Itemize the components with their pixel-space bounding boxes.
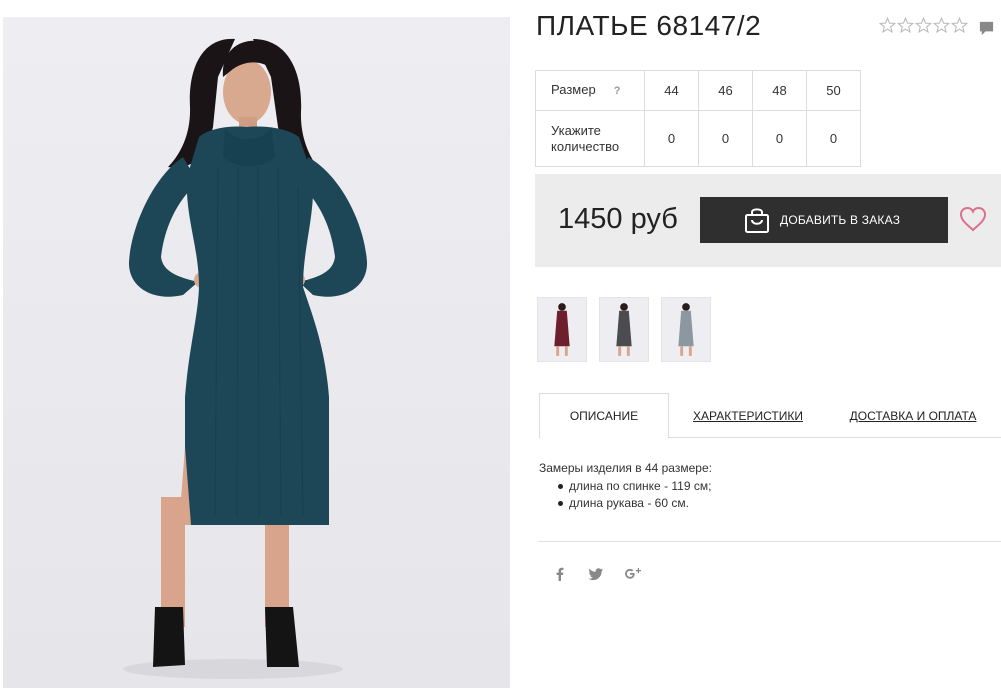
add-to-order-button[interactable]: ДОБАВИТЬ В ЗАКАЗ (700, 197, 948, 243)
size-cell: 48 (752, 70, 807, 111)
thumbnail-gray[interactable] (599, 297, 649, 362)
star-icon[interactable] (879, 17, 896, 34)
tab-characteristics[interactable]: ХАРАКТЕРИСТИКИ (691, 393, 805, 438)
shopping-bag-icon (745, 208, 769, 233)
product-title: ПЛАТЬЕ 68147/2 (536, 10, 762, 41)
quantity-input[interactable]: 0 (806, 110, 861, 167)
heart-icon[interactable] (959, 206, 987, 232)
description-item: длина рукава - 60 см. (539, 495, 712, 512)
size-cell: 46 (698, 70, 753, 111)
google-plus-icon[interactable] (624, 566, 642, 582)
star-icon[interactable] (897, 17, 914, 34)
size-help-icon[interactable]: ? (614, 83, 621, 99)
comment-icon[interactable] (978, 20, 995, 37)
star-icon[interactable] (933, 17, 950, 34)
description-panel: Замеры изделия в 44 размере: длина по сп… (539, 460, 712, 512)
rating-stars[interactable] (879, 17, 968, 34)
description-intro: Замеры изделия в 44 размере: (539, 461, 712, 475)
model-illustration (123, 38, 368, 679)
twitter-icon[interactable] (588, 566, 604, 582)
quantity-row: Укажите количество 0 0 0 0 (535, 110, 861, 167)
add-to-order-label: ДОБАВИТЬ В ЗАКАЗ (780, 213, 901, 227)
quantity-input[interactable]: 0 (698, 110, 753, 167)
size-table: Размер? 44 46 48 50 Укажите количество 0… (535, 70, 861, 167)
thumbnail-light-gray[interactable] (661, 297, 711, 362)
main-product-photo[interactable] (3, 17, 510, 688)
color-thumbnails (537, 297, 711, 362)
quantity-label: Укажите количество (535, 110, 645, 167)
size-label: Размер (551, 82, 596, 97)
product-tabs: ОПИСАНИЕ ХАРАКТЕРИСТИКИ ДОСТАВКА И ОПЛАТ… (539, 393, 1001, 439)
quantity-input[interactable]: 0 (644, 110, 699, 167)
star-icon[interactable] (915, 17, 932, 34)
size-label-cell: Размер? (535, 70, 645, 111)
quantity-input[interactable]: 0 (752, 110, 807, 167)
star-icon[interactable] (951, 17, 968, 34)
divider (538, 541, 1001, 542)
social-share (552, 566, 662, 582)
tab-description[interactable]: ОПИСАНИЕ (539, 393, 669, 439)
tab-delivery-payment[interactable]: ДОСТАВКА И ОПЛАТА (850, 393, 977, 438)
size-cell: 50 (806, 70, 861, 111)
buy-panel: 1450 руб ДОБАВИТЬ В ЗАКАЗ (535, 174, 1001, 267)
size-row: Размер? 44 46 48 50 (535, 70, 861, 111)
description-list: длина по спинке - 119 см; длина рукава -… (539, 478, 712, 512)
size-cell: 44 (644, 70, 699, 111)
facebook-icon[interactable] (552, 566, 568, 582)
description-item: длина по спинке - 119 см; (539, 478, 712, 495)
thumbnail-burgundy[interactable] (537, 297, 587, 362)
price: 1450 руб (558, 203, 678, 235)
